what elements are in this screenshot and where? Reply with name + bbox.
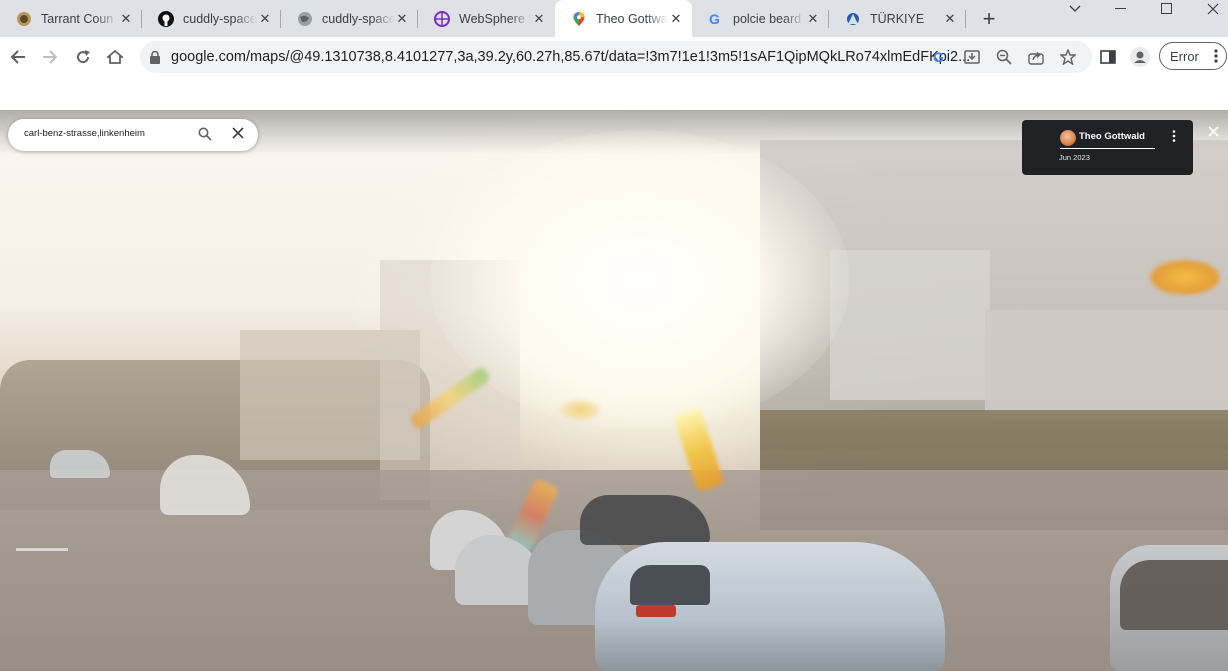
parked-car-roof (580, 495, 710, 545)
tab-search-chevron-icon[interactable] (1052, 0, 1098, 17)
close-icon[interactable]: ✕ (394, 11, 410, 27)
side-panel-icon[interactable] (1096, 45, 1120, 69)
close-icon[interactable]: ✕ (257, 11, 273, 27)
install-app-icon[interactable] (964, 49, 980, 65)
more-vert-icon[interactable] (1172, 130, 1176, 145)
error-label: Error (1170, 48, 1199, 64)
tab-github-cuddly-space[interactable]: cuddly-space ✕ (142, 0, 281, 37)
url-text[interactable]: google.com/maps/@49.1310738,8.4101277,3a… (171, 49, 970, 65)
seal-icon (16, 11, 32, 27)
close-street-view-button[interactable] (1204, 122, 1222, 140)
share-icon[interactable] (1028, 49, 1044, 65)
interpol-icon (845, 11, 861, 27)
name-underline (1060, 148, 1155, 149)
reload-button[interactable] (71, 45, 95, 69)
close-icon[interactable]: ✕ (805, 11, 821, 27)
google-icon: G (708, 11, 724, 27)
tab-title: Theo Gottwa (596, 11, 668, 26)
capture-date: Jun 2023 (1059, 153, 1090, 162)
close-icon[interactable]: ✕ (668, 11, 684, 27)
right-building-wall (830, 250, 990, 400)
new-tab-button[interactable]: + (977, 6, 1001, 31)
back-button[interactable] (6, 45, 30, 69)
contributor-name[interactable]: Theo Gottwald (1079, 131, 1145, 142)
search-icon[interactable] (198, 127, 214, 143)
tab-title: cuddly-space (322, 11, 394, 26)
tab-cuddly-space[interactable]: cuddly-space ✕ (281, 0, 418, 37)
browser-toolbar: google.com/maps/@49.1310738,8.4101277,3a… (0, 37, 1228, 77)
maps-pin-icon (571, 11, 587, 27)
street-view-panorama[interactable] (0, 110, 1228, 671)
close-icon[interactable]: ✕ (942, 11, 958, 27)
close-icon[interactable]: ✕ (118, 11, 134, 27)
tab-separator (965, 10, 966, 28)
garage-block (985, 310, 1228, 420)
tab-title: Tarrant Coun (41, 11, 114, 26)
profile-avatar-icon[interactable] (1128, 45, 1152, 69)
home-button[interactable] (103, 45, 127, 69)
error-button[interactable]: Error (1159, 42, 1227, 70)
maps-header-strip (0, 77, 1228, 111)
maximize-button[interactable] (1144, 0, 1190, 17)
more-vert-icon (1214, 49, 1218, 66)
tab-tarrant[interactable]: Tarrant Coun ✕ (0, 0, 142, 37)
tab-google-maps[interactable]: Theo Gottwa ✕ (555, 0, 692, 37)
address-bar[interactable]: google.com/maps/@49.1310738,8.4101277,3a… (140, 41, 1092, 73)
car-window-right (1120, 560, 1228, 630)
car-tail-light (636, 605, 676, 617)
car-rear-window (630, 565, 710, 605)
street-view-search-box[interactable]: carl-benz-strasse,linkenheim (8, 119, 258, 151)
close-icon[interactable]: ✕ (531, 11, 547, 27)
lock-icon[interactable] (147, 49, 163, 65)
close-window-button[interactable] (1190, 0, 1228, 17)
svg-text:G: G (933, 49, 944, 65)
tab-websphere[interactable]: WebSphere I ✕ (418, 0, 555, 37)
minimize-button[interactable] (1098, 0, 1144, 17)
tab-turkiye[interactable]: TÜRKIYE ✕ (829, 0, 966, 37)
search-query-text[interactable]: carl-benz-strasse,linkenheim (24, 128, 145, 139)
tab-google-search[interactable]: G polcie beard ✕ (692, 0, 829, 37)
sun-glare (430, 130, 850, 430)
contributor-avatar[interactable] (1060, 130, 1076, 146)
tab-title: WebSphere I (459, 11, 531, 26)
github-icon (158, 10, 174, 27)
tab-title: TÜRKIYE (870, 11, 925, 26)
svg-text:G: G (709, 11, 720, 27)
websphere-icon (434, 10, 450, 27)
lens-flare (1150, 260, 1220, 295)
forward-button[interactable] (38, 45, 62, 69)
road-marking (16, 548, 68, 551)
zoom-icon[interactable] (996, 49, 1012, 65)
tab-title: polcie beard (733, 11, 802, 26)
tab-title: cuddly-space (183, 11, 257, 26)
google-lens-icon[interactable]: G (932, 49, 948, 65)
globe-icon (297, 11, 313, 27)
close-icon[interactable] (232, 126, 248, 142)
bookmark-star-icon[interactable] (1060, 49, 1076, 65)
tab-strip: Tarrant Coun ✕ cuddly-space ✕ cuddly-spa… (0, 0, 1228, 37)
lens-flare (560, 400, 600, 420)
photo-contributor-card: Theo Gottwald Jun 2023 (1022, 120, 1193, 175)
